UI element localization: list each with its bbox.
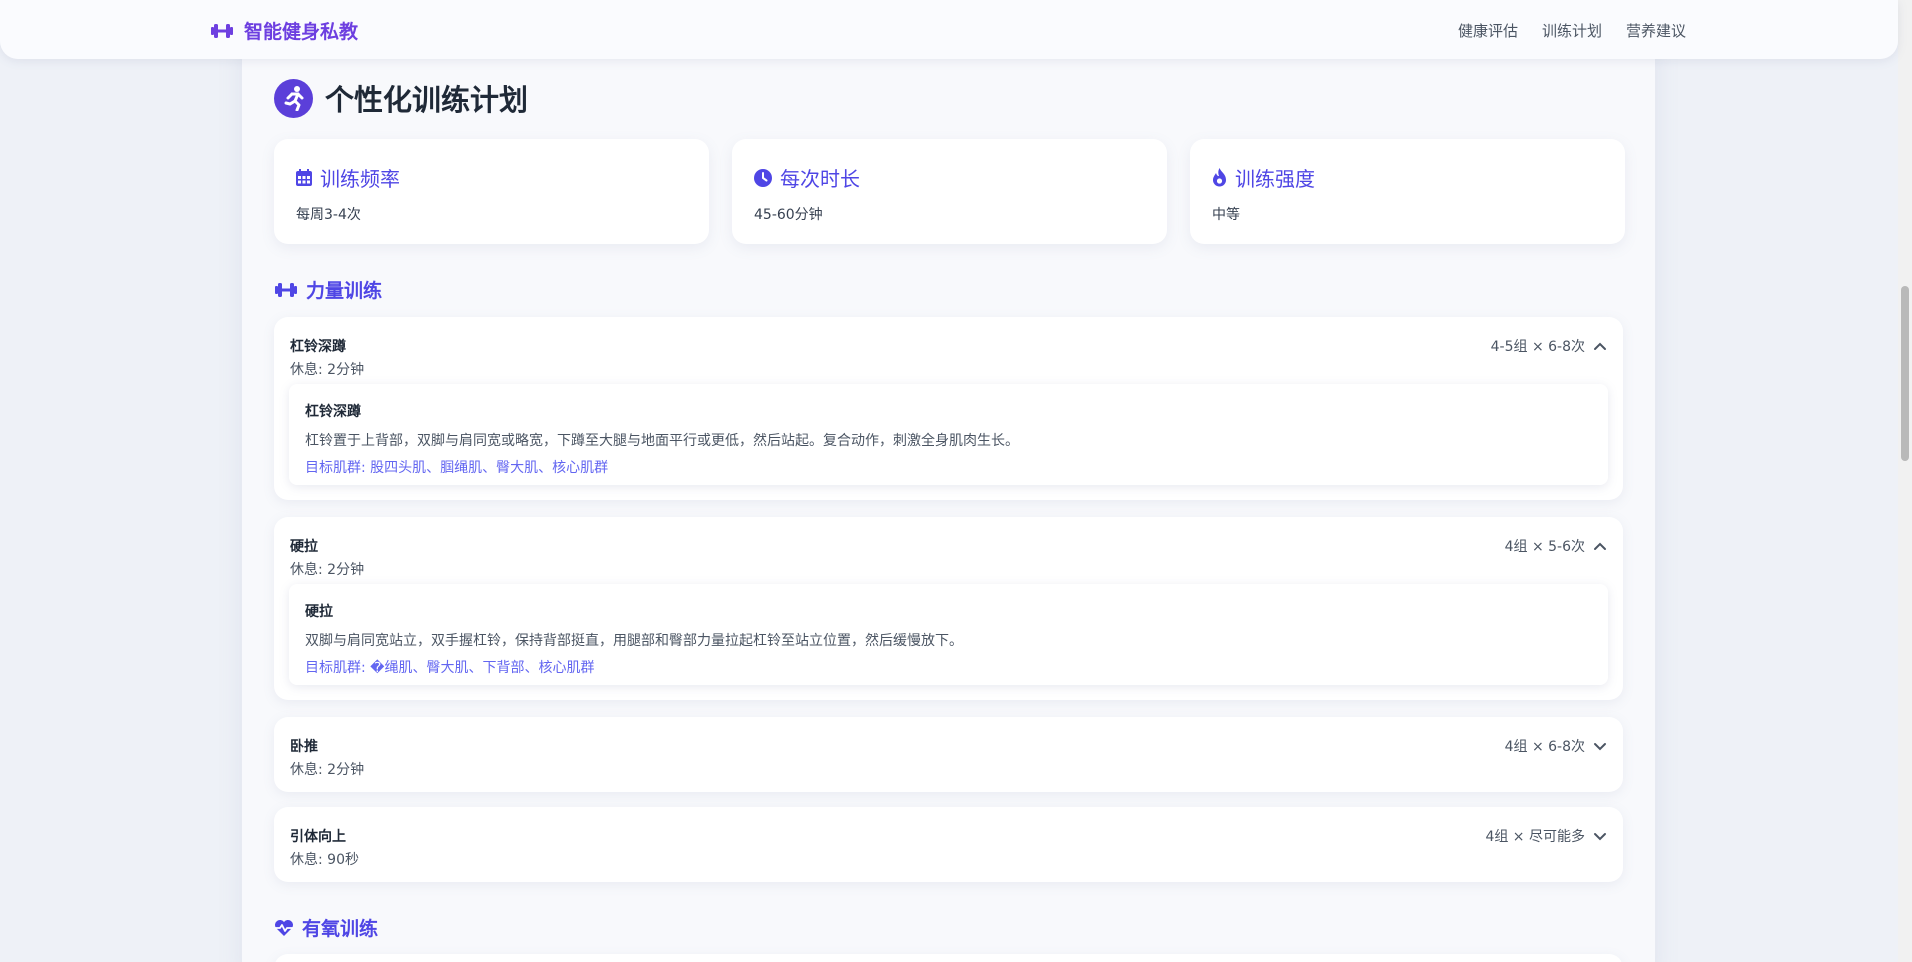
exercise-sets: 4组 × 6-8次 (1504, 739, 1585, 755)
top-navbar: 智能健身私教 健康评估 训练计划 营养建议 (0, 0, 1898, 59)
exercise-rest: 休息: 2分钟 (290, 362, 365, 378)
exercise-sets: 4组 × 5-6次 (1504, 539, 1585, 555)
exercise-name: 杠铃深蹲 (290, 339, 346, 355)
stat-card-duration: 每次时长 45-60分钟 (732, 139, 1167, 244)
exercise-name: 硬拉 (290, 539, 318, 555)
exercise-card[interactable] (274, 954, 1623, 962)
nav-links: 健康评估 训练计划 营养建议 (1458, 20, 1686, 41)
nav-link-training-plan[interactable]: 训练计划 (1542, 20, 1602, 41)
exercise-rest: 休息: 2分钟 (290, 762, 365, 778)
dumbbell-icon (211, 23, 233, 38)
detail-target-muscles: 目标肌群: �绳肌、臀大肌、下背部、核心肌群 (305, 660, 595, 676)
page-scrollbar[interactable] (1898, 0, 1912, 962)
brand-name: 智能健身私教 (244, 21, 359, 43)
section-title-cardio: 有氧训练 (274, 914, 378, 941)
exercise-card[interactable]: 卧推 休息: 2分钟 4组 × 6-8次 (274, 717, 1623, 792)
stat-card-frequency: 训练频率 每周3-4次 (274, 139, 709, 244)
detail-description: 双脚与肩同宽站立，双手握杠铃，保持背部挺直，用腿部和臀部力量拉起杠铃至站立位置，… (305, 633, 963, 649)
exercise-name: 卧推 (290, 739, 318, 755)
section-title-strength: 力量训练 (274, 276, 382, 303)
detail-name: 杠铃深蹲 (305, 404, 361, 420)
exercise-sets: 4-5组 × 6-8次 (1490, 339, 1585, 355)
chevron-up-icon[interactable] (1593, 541, 1607, 551)
exercise-detail: 杠铃深蹲 杠铃置于上背部，双脚与肩同宽或略宽，下蹲至大腿与地面平行或更低，然后站… (289, 384, 1608, 485)
stat-value: 45-60分钟 (754, 207, 823, 223)
scrollbar-thumb[interactable] (1901, 286, 1909, 461)
nav-link-nutrition[interactable]: 营养建议 (1626, 20, 1686, 41)
stat-label: 训练频率 (320, 167, 400, 191)
stat-label: 每次时长 (780, 167, 860, 191)
stat-value: 每周3-4次 (296, 207, 361, 223)
exercise-rest: 休息: 2分钟 (290, 562, 365, 578)
dumbbell-icon (275, 282, 297, 297)
section-label: 力量训练 (306, 280, 383, 302)
fire-icon (1213, 168, 1226, 187)
exercise-detail: 硬拉 双脚与肩同宽站立，双手握杠铃，保持背部挺直，用腿部和臀部力量拉起杠铃至站立… (289, 584, 1608, 685)
chevron-up-icon[interactable] (1593, 341, 1607, 351)
exercise-sets: 4组 × 尽可能多 (1485, 829, 1585, 845)
detail-name: 硬拉 (305, 604, 333, 620)
stat-label: 训练强度 (1235, 167, 1315, 191)
calendar-icon (296, 169, 312, 186)
stat-card-intensity: 训练强度 中等 (1190, 139, 1625, 244)
detail-description: 杠铃置于上背部，双脚与肩同宽或略宽，下蹲至大腿与地面平行或更低，然后站起。复合动… (305, 433, 1019, 449)
page-header: 个性化训练计划 (274, 77, 528, 119)
exercise-rest: 休息: 90秒 (290, 852, 359, 868)
exercise-card[interactable]: 杠铃深蹲 休息: 2分钟 4-5组 × 6-8次 杠铃深蹲 杠铃置于上背部，双脚… (274, 317, 1623, 500)
exercise-card[interactable]: 硬拉 休息: 2分钟 4组 × 5-6次 硬拉 双脚与肩同宽站立，双手握杠铃，保… (274, 517, 1623, 700)
running-icon (274, 78, 313, 118)
nav-link-health-assessment[interactable]: 健康评估 (1458, 20, 1518, 41)
brand-logo[interactable]: 智能健身私教 (210, 17, 358, 44)
page-title: 个性化训练计划 (325, 83, 529, 117)
chevron-down-icon[interactable] (1593, 831, 1607, 841)
detail-target-muscles: 目标肌群: 股四头肌、腘绳肌、臀大肌、核心肌群 (305, 460, 609, 476)
exercise-card[interactable]: 引体向上 休息: 90秒 4组 × 尽可能多 (274, 807, 1623, 882)
exercise-name: 引体向上 (290, 829, 346, 845)
clock-icon (754, 168, 772, 187)
chevron-down-icon[interactable] (1593, 741, 1607, 751)
section-label: 有氧训练 (302, 918, 379, 940)
heartbeat-icon (275, 919, 293, 936)
stat-value: 中等 (1212, 207, 1240, 223)
